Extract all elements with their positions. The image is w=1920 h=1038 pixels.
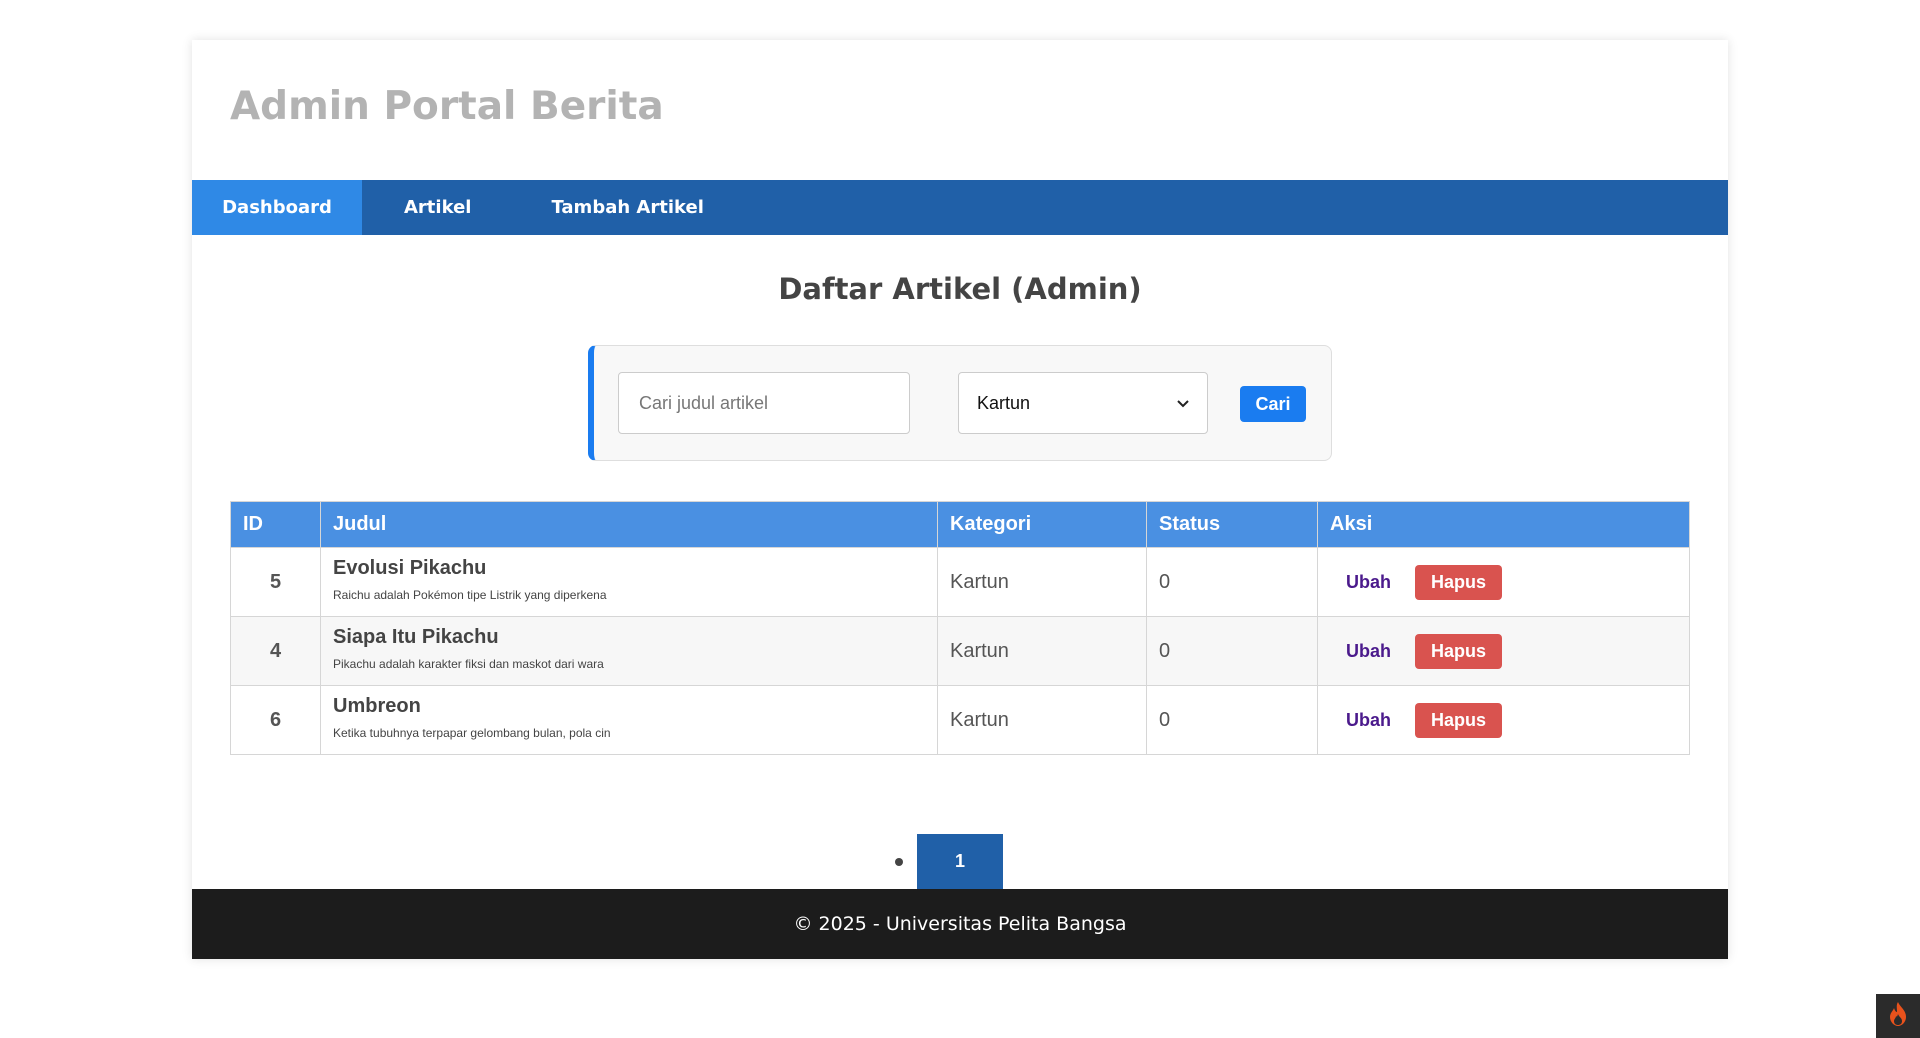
page-container: Admin Portal Berita Dashboard Artikel Ta… [192,40,1728,959]
site-footer: © 2025 - Universitas Pelita Bangsa [192,889,1728,959]
pagination: 1 [192,834,1728,890]
table-row: 5 Evolusi Pikachu Raichu adalah Pokémon … [230,547,1690,617]
nav-item-dashboard[interactable]: Dashboard [192,180,362,235]
edit-button[interactable]: Ubah [1346,572,1391,593]
row-status: 0 [1146,685,1318,755]
row-judul-cell: Evolusi Pikachu Raichu adalah Pokémon ti… [320,547,938,617]
page-title: Daftar Artikel (Admin) [778,272,1142,306]
row-id: 6 [230,685,321,755]
table-row: 4 Siapa Itu Pikachu Pikachu adalah karak… [230,616,1690,686]
debug-toolbar-toggle[interactable] [1876,994,1920,1038]
table-header-row: ID Judul Kategori Status Aksi [230,501,1690,548]
header-status: Status [1146,501,1318,548]
row-judul-cell: Siapa Itu Pikachu Pikachu adalah karakte… [320,616,938,686]
row-judul-cell: Umbreon Ketika tubuhnya terpapar gelomba… [320,685,938,755]
header-judul: Judul [320,501,938,548]
site-header: Admin Portal Berita [192,40,1728,180]
article-excerpt: Raichu adalah Pokémon tipe Listrik yang … [333,587,607,602]
row-actions: Ubah Hapus [1317,547,1690,617]
table-row: 6 Umbreon Ketika tubuhnya terpapar gelom… [230,685,1690,755]
row-status: 0 [1146,547,1318,617]
delete-button[interactable]: Hapus [1415,633,1503,669]
edit-button[interactable]: Ubah [1346,641,1391,662]
delete-button[interactable]: Hapus [1415,564,1503,600]
chevron-down-icon [1177,395,1189,411]
flame-icon [1887,1001,1909,1032]
header-id: ID [230,501,321,548]
article-excerpt: Ketika tubuhnya terpapar gelombang bulan… [333,725,611,740]
article-title: Umbreon [333,694,421,717]
articles-table: ID Judul Kategori Status Aksi 5 Evolusi … [230,501,1690,755]
edit-button[interactable]: Ubah [1346,710,1391,731]
row-category: Kartun [937,616,1147,686]
nav-item-artikel[interactable]: Artikel [362,180,513,235]
row-category: Kartun [937,547,1147,617]
search-button[interactable]: Cari [1240,386,1306,422]
nav-item-tambah-artikel[interactable]: Tambah Artikel [513,180,741,235]
row-category: Kartun [937,685,1147,755]
footer-text: © 2025 - Universitas Pelita Bangsa [793,913,1127,935]
article-title: Evolusi Pikachu [333,556,487,579]
delete-button[interactable]: Hapus [1415,702,1503,738]
search-input[interactable] [618,372,910,434]
article-excerpt: Pikachu adalah karakter fiksi dan maskot… [333,656,604,671]
main-navbar: Dashboard Artikel Tambah Artikel [192,180,1728,235]
row-id: 5 [230,547,321,617]
category-selected-value: Kartun [977,392,1031,413]
category-select[interactable]: Kartun [958,372,1208,434]
article-title: Siapa Itu Pikachu [333,625,499,648]
search-form: Kartun Cari [588,345,1332,461]
row-actions: Ubah Hapus [1317,685,1690,755]
row-id: 4 [230,616,321,686]
page-link-current[interactable]: 1 [917,834,1003,889]
pagination-bullet [895,858,903,866]
site-title: Admin Portal Berita [230,84,664,129]
header-aksi: Aksi [1317,501,1690,548]
row-actions: Ubah Hapus [1317,616,1690,686]
header-kategori: Kategori [937,501,1147,548]
row-status: 0 [1146,616,1318,686]
